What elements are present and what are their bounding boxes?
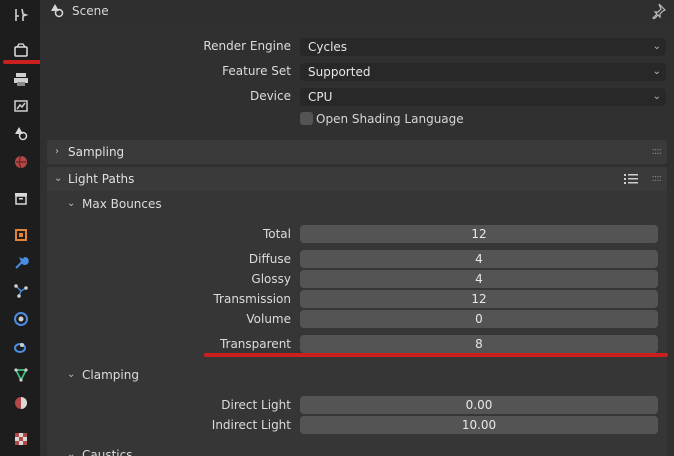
volume-label: Volume: [246, 312, 291, 326]
feature-set-value: Supported: [308, 65, 371, 79]
scene-tab-icon[interactable]: [10, 122, 32, 144]
max-bounces-title: Max Bounces: [82, 197, 162, 211]
physics-tab-icon[interactable]: [10, 308, 32, 330]
properties-tab-bar: [0, 0, 47, 456]
volume-field[interactable]: 0: [300, 310, 658, 328]
total-field[interactable]: 12: [300, 225, 658, 243]
world-tab-icon[interactable]: [10, 151, 32, 173]
render-engine-dropdown[interactable]: Cycles ⌄: [300, 38, 666, 56]
diffuse-field[interactable]: 4: [300, 250, 658, 268]
chevron-down-icon: ⌄: [652, 41, 661, 52]
material-tab-icon[interactable]: [10, 392, 32, 414]
feature-set-label: Feature Set: [222, 64, 291, 78]
pin-icon[interactable]: [650, 3, 667, 20]
chevron-down-icon: ⌄: [54, 173, 63, 184]
caustics-title: Caustics: [82, 448, 133, 456]
direct-light-field[interactable]: 0.00: [300, 396, 658, 414]
transmission-label: Transmission: [213, 292, 291, 306]
feature-set-dropdown[interactable]: Supported ⌄: [300, 63, 666, 81]
render-engine-label: Render Engine: [203, 39, 291, 53]
device-label: Device: [249, 89, 291, 103]
caustics-header[interactable]: ⌄ Caustics: [57, 444, 667, 456]
particles-tab-icon[interactable]: [10, 280, 32, 302]
diffuse-label: Diffuse: [248, 252, 291, 266]
clamping-header[interactable]: ⌄ Clamping: [57, 364, 667, 386]
drag-handle-icon[interactable]: ::::: [652, 167, 663, 191]
data-tab-icon[interactable]: [10, 364, 32, 386]
view-layer-tab-icon[interactable]: [10, 95, 32, 117]
texture-tab-icon[interactable]: [10, 428, 32, 450]
glossy-label: Glossy: [251, 272, 291, 286]
device-dropdown[interactable]: CPU ⌄: [300, 88, 666, 106]
presets-list-icon[interactable]: [623, 171, 639, 187]
clamping-title: Clamping: [82, 368, 139, 382]
render-engine-value: Cycles: [308, 40, 348, 54]
chevron-down-icon: ⌄: [652, 66, 661, 77]
render-tab-icon[interactable]: [10, 39, 32, 61]
transmission-field[interactable]: 12: [300, 290, 658, 308]
osl-label: Open Shading Language: [316, 112, 464, 126]
chevron-down-icon: ⌄: [652, 91, 661, 102]
chevron-down-icon: ⌄: [67, 369, 76, 380]
indirect-light-field[interactable]: 10.00: [300, 416, 658, 434]
glossy-field[interactable]: 4: [300, 270, 658, 288]
sampling-panel-header[interactable]: › Sampling ::::: [47, 140, 667, 164]
direct-light-label: Direct Light: [221, 398, 291, 412]
chevron-right-icon: ›: [55, 146, 59, 157]
light-paths-panel-header[interactable]: ⌄ Light Paths ::::: [47, 167, 667, 191]
output-tab-icon[interactable]: [10, 68, 32, 90]
drag-handle-icon[interactable]: ::::: [652, 140, 663, 164]
transparent-field[interactable]: 8: [300, 335, 658, 353]
object-tab-icon[interactable]: [10, 224, 32, 246]
device-value: CPU: [308, 90, 333, 104]
chevron-down-icon: ⌄: [67, 449, 76, 456]
osl-checkbox[interactable]: [300, 112, 313, 125]
max-bounces-header[interactable]: ⌄ Max Bounces: [57, 193, 667, 215]
constraints-tab-icon[interactable]: [10, 336, 32, 358]
chevron-down-icon: ⌄: [67, 198, 76, 209]
tool-tab-icon[interactable]: [10, 4, 32, 26]
properties-header: [40, 0, 674, 24]
indirect-light-label: Indirect Light: [211, 418, 291, 432]
sampling-title: Sampling: [68, 145, 125, 159]
modifier-tab-icon[interactable]: [10, 252, 32, 274]
total-label: Total: [262, 227, 291, 241]
transparent-highlight-underline: [204, 353, 668, 357]
header-title: Scene: [72, 4, 109, 18]
scene-icon: [49, 3, 65, 19]
light-paths-title: Light Paths: [68, 172, 135, 186]
transparent-label: Transparent: [219, 337, 291, 351]
collection-tab-icon[interactable]: [10, 187, 32, 209]
